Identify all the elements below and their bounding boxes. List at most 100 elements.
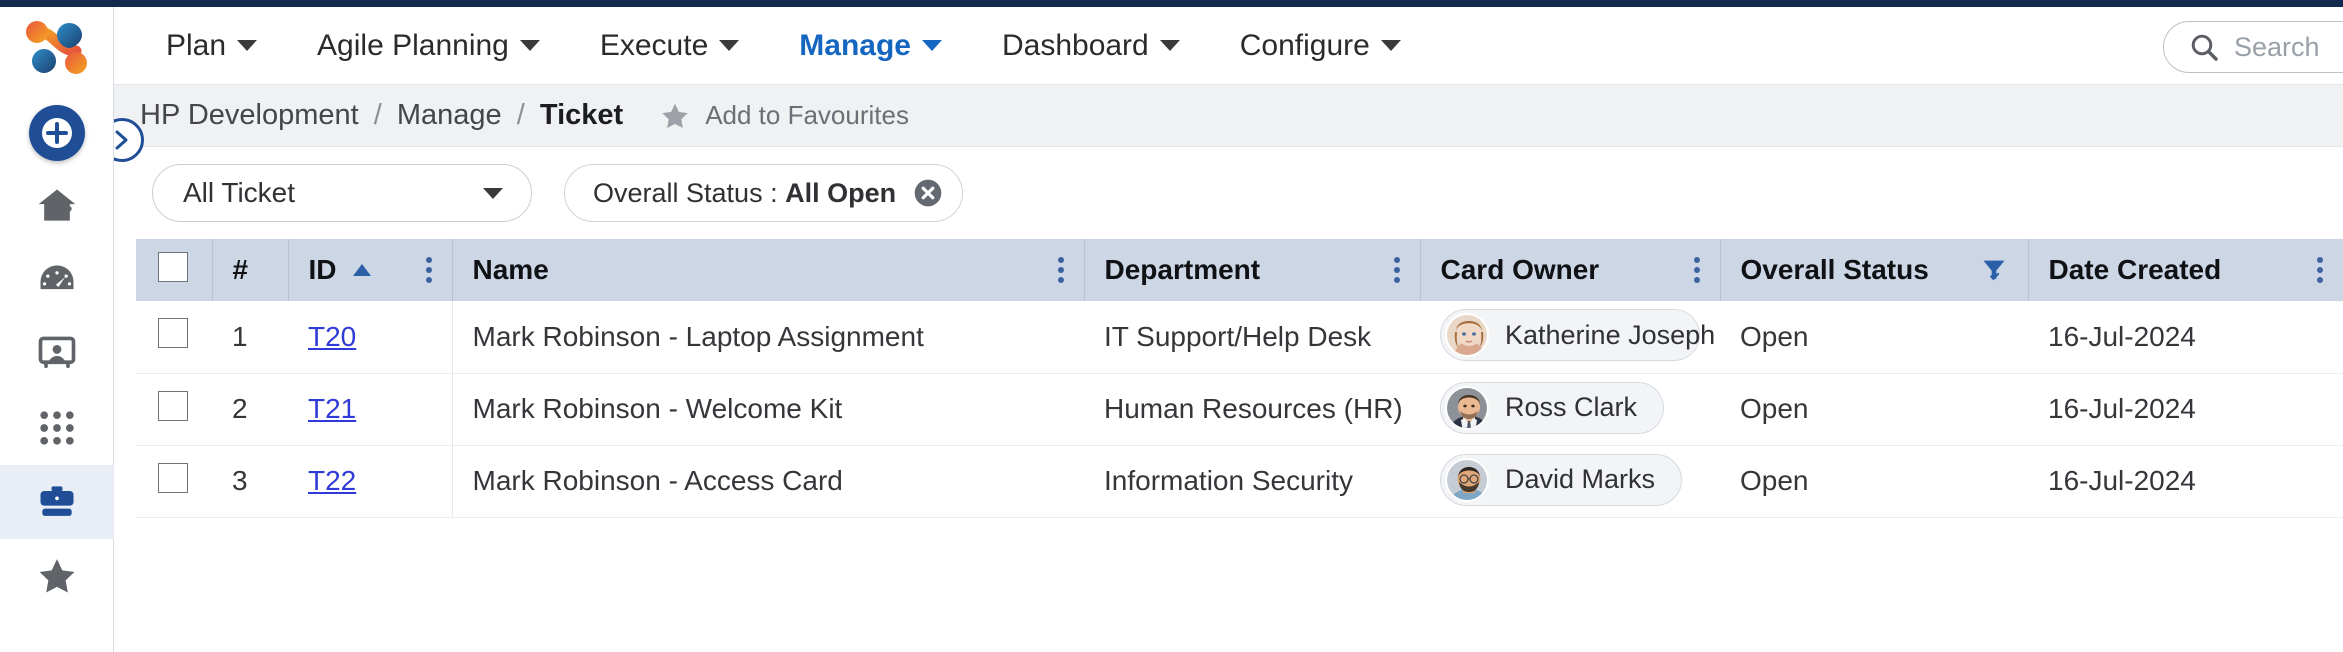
- column-menu-button[interactable]: [426, 257, 432, 283]
- row-department: Human Resources (HR): [1084, 373, 1420, 445]
- nav-item-agile-planning[interactable]: Agile Planning: [287, 7, 570, 85]
- add-to-favourites-label: Add to Favourites: [705, 100, 909, 131]
- ticket-id-link[interactable]: T21: [308, 393, 356, 424]
- row-select-cell: [136, 445, 212, 517]
- sidebar-item-dashboard[interactable]: [0, 243, 114, 317]
- column-label: #: [233, 254, 249, 285]
- nav-label: Dashboard: [1002, 29, 1149, 63]
- sidebar-item-apps[interactable]: [0, 391, 114, 465]
- nav-label: Agile Planning: [317, 29, 509, 63]
- sort-ascending-icon[interactable]: [351, 262, 373, 278]
- table-row[interactable]: 3 T22 Mark Robinson - Access Card Inform…: [136, 445, 2343, 517]
- close-circle-icon: [912, 177, 944, 209]
- grid-apps-icon: [35, 406, 79, 450]
- filter-active-icon[interactable]: [1980, 256, 2008, 284]
- breadcrumb-bar: HP Development / Manage / Ticket Add to …: [114, 85, 2343, 147]
- view-select-value: All Ticket: [183, 177, 295, 209]
- row-owner-cell: Katherine Joseph: [1420, 301, 1720, 373]
- row-date-created: 16-Jul-2024: [2028, 373, 2343, 445]
- column-menu-button[interactable]: [1394, 257, 1400, 283]
- row-number: 3: [212, 445, 288, 517]
- home-icon: [35, 184, 79, 228]
- avatar: [1445, 386, 1489, 430]
- remove-filter-button[interactable]: [912, 177, 944, 209]
- view-select[interactable]: All Ticket: [152, 164, 532, 222]
- sidebar-item-favourites[interactable]: [0, 539, 114, 613]
- nav-item-manage[interactable]: Manage: [769, 7, 972, 85]
- briefcase-icon: [35, 480, 79, 524]
- row-checkbox[interactable]: [158, 391, 188, 421]
- avatar: [1445, 458, 1489, 502]
- search-placeholder: Search: [2234, 32, 2320, 63]
- nav-label: Plan: [166, 29, 226, 63]
- column-menu-button[interactable]: [1694, 257, 1700, 283]
- column-header-card-owner[interactable]: Card Owner: [1420, 239, 1720, 301]
- left-icon-rail: [0, 7, 114, 652]
- ticket-id-link[interactable]: T20: [308, 321, 356, 352]
- presentation-user-icon: [35, 332, 79, 376]
- card-owner-name: Katherine Joseph: [1505, 320, 1715, 351]
- sidebar-item-workspace[interactable]: [0, 317, 114, 391]
- status-filter-chip[interactable]: Overall Status : All Open: [564, 164, 963, 222]
- column-header-id[interactable]: ID: [288, 239, 452, 301]
- sidebar-item-manage[interactable]: [0, 465, 114, 539]
- table-row[interactable]: 2 T21 Mark Robinson - Welcome Kit Human …: [136, 373, 2343, 445]
- nav-label: Configure: [1240, 29, 1370, 63]
- global-search[interactable]: Search: [2163, 21, 2343, 73]
- row-select-cell: [136, 301, 212, 373]
- breadcrumb-root[interactable]: HP Development: [140, 99, 359, 131]
- column-label: Card Owner: [1441, 254, 1600, 286]
- sidebar-item-home[interactable]: [0, 169, 114, 243]
- column-menu-button[interactable]: [1058, 257, 1064, 283]
- ticket-table-container: # ID: [114, 239, 2343, 652]
- add-to-favourites-button[interactable]: Add to Favourites: [659, 100, 909, 132]
- nav-item-dashboard[interactable]: Dashboard: [972, 7, 1210, 85]
- nav-item-configure[interactable]: Configure: [1210, 7, 1431, 85]
- status-filter-label: Overall Status :: [593, 178, 785, 208]
- column-header-date-created[interactable]: Date Created: [2028, 239, 2343, 301]
- app-logo: [24, 21, 90, 77]
- column-label: Name: [473, 254, 549, 286]
- chevron-down-icon: [1381, 40, 1401, 51]
- row-id-cell: T20: [288, 301, 452, 373]
- column-header-name[interactable]: Name: [452, 239, 1084, 301]
- ticket-id-link[interactable]: T22: [308, 465, 356, 496]
- add-new-button[interactable]: [29, 105, 85, 161]
- breadcrumb-current: Ticket: [540, 99, 623, 131]
- column-menu-button[interactable]: [2317, 257, 2323, 283]
- table-header-row: # ID: [136, 239, 2343, 301]
- table-head: # ID: [136, 239, 2343, 301]
- breadcrumb-section[interactable]: Manage: [397, 99, 502, 131]
- nav-item-execute[interactable]: Execute: [570, 7, 769, 85]
- speedometer-icon: [35, 258, 79, 302]
- star-icon: [659, 100, 691, 132]
- column-header-number: #: [212, 239, 288, 301]
- row-name: Mark Robinson - Laptop Assignment: [452, 301, 1084, 373]
- card-owner-chip[interactable]: Katherine Joseph: [1440, 309, 1700, 361]
- card-owner-chip[interactable]: Ross Clark: [1440, 382, 1664, 434]
- row-department: IT Support/Help Desk: [1084, 301, 1420, 373]
- chevron-right-icon: [112, 129, 132, 151]
- chevron-down-icon: [1160, 40, 1180, 51]
- row-status: Open: [1720, 373, 2028, 445]
- column-header-overall-status[interactable]: Overall Status: [1720, 239, 2028, 301]
- status-filter-value: All Open: [785, 178, 896, 208]
- card-owner-name: Ross Clark: [1505, 392, 1637, 423]
- row-id-cell: T22: [288, 445, 452, 517]
- select-all-checkbox[interactable]: [158, 252, 188, 282]
- nav-item-plan[interactable]: Plan: [136, 7, 287, 85]
- table-body: 1 T20 Mark Robinson - Laptop Assignment …: [136, 301, 2343, 517]
- chevron-down-icon: [237, 40, 257, 51]
- table-row[interactable]: 1 T20 Mark Robinson - Laptop Assignment …: [136, 301, 2343, 373]
- row-checkbox[interactable]: [158, 463, 188, 493]
- chevron-down-icon: [483, 188, 503, 199]
- column-header-department[interactable]: Department: [1084, 239, 1420, 301]
- card-owner-chip[interactable]: David Marks: [1440, 454, 1682, 506]
- row-checkbox[interactable]: [158, 318, 188, 348]
- nav-label: Manage: [799, 29, 911, 63]
- row-status: Open: [1720, 301, 2028, 373]
- chevron-down-icon: [520, 40, 540, 51]
- breadcrumb-separator: /: [517, 99, 525, 131]
- chevron-down-icon: [719, 40, 739, 51]
- row-name: Mark Robinson - Access Card: [452, 445, 1084, 517]
